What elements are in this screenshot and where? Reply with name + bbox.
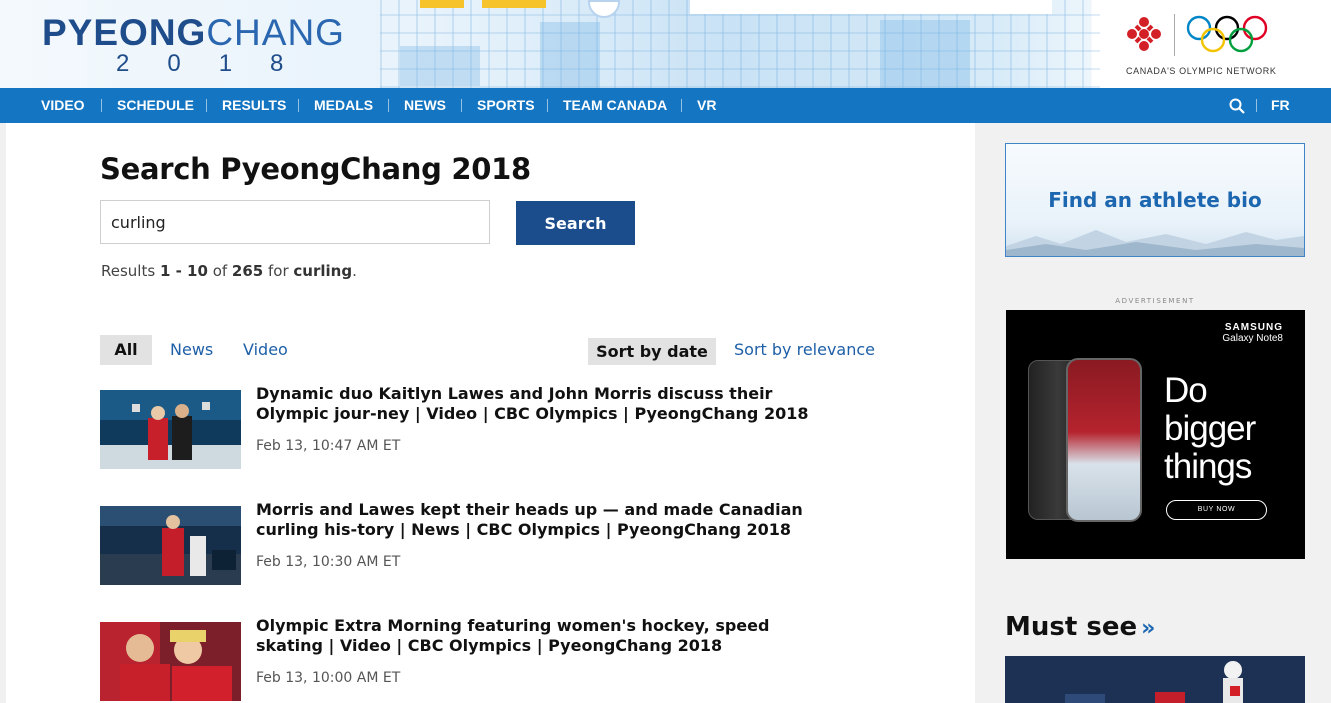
nav-item-video[interactable]: VIDEO [41, 97, 85, 113]
pyeongchang-logo[interactable]: PYEONGCHANG [42, 12, 345, 54]
nav-separator [1256, 99, 1257, 112]
logo-text-chang: CHANG [206, 12, 345, 53]
result-thumbnail[interactable] [100, 506, 241, 585]
results-prefix: Results [101, 262, 160, 280]
ad-brand-name: SAMSUNG [1224, 322, 1283, 333]
logo-divider [1174, 14, 1175, 56]
nav-separator [681, 99, 682, 112]
result-thumbnail-image [100, 390, 241, 469]
nav-item-sports[interactable]: SPORTS [477, 97, 535, 113]
search-input[interactable] [100, 200, 490, 244]
result-item[interactable]: Olympic Extra Morning featuring women's … [100, 616, 880, 703]
results-range: 1 - 10 [159, 262, 208, 280]
olympic-rings-icon [1186, 15, 1268, 53]
nav-separator [206, 99, 207, 112]
language-toggle-fr[interactable]: FR [1271, 97, 1290, 113]
nav-item-medals[interactable]: MEDALS [314, 97, 373, 113]
advertisement-label: ADVERTISEMENT [1115, 297, 1195, 305]
logo-text-ong: ONG [119, 12, 207, 53]
results-end: . [352, 262, 357, 280]
samsung-advertisement[interactable]: SAMSUNG Galaxy Note8 Do bigger things BU… [1006, 310, 1305, 559]
result-thumbnail-image [100, 622, 241, 701]
result-thumbnail[interactable] [100, 390, 241, 469]
athlete-bio-banner[interactable]: Find an athlete bio [1005, 143, 1305, 257]
filter-all[interactable]: All [100, 335, 152, 365]
banner-white-strip [690, 0, 1052, 14]
ad-headline-line: bigger [1164, 409, 1256, 448]
results-total: 265 [231, 262, 264, 280]
sort-by-date[interactable]: Sort by date [588, 338, 716, 365]
nav-item-results[interactable]: RESULTS [222, 97, 286, 113]
cbc-olympic-network-logo[interactable]: CANADA'S OLYMPIC NETWORK [1104, 0, 1300, 88]
banner-pattern-block [880, 20, 970, 88]
banner-pattern-block [400, 46, 480, 86]
filter-news[interactable]: News [170, 340, 213, 359]
result-date: Feb 13, 10:00 AM ET [256, 670, 401, 686]
result-title[interactable]: Dynamic duo Kaitlyn Lawes and John Morri… [256, 384, 841, 424]
search-icon[interactable] [1229, 98, 1245, 114]
banner-pattern-block [540, 22, 600, 88]
must-see-image[interactable] [1005, 656, 1305, 703]
result-title[interactable]: Morris and Lawes kept their heads up — a… [256, 500, 841, 540]
must-see-thumbnail-image [1005, 656, 1305, 703]
nav-separator [298, 99, 299, 112]
buy-now-button[interactable]: BUY NOW [1166, 500, 1267, 520]
phone-front-image [1066, 358, 1142, 522]
nav-item-vr[interactable]: VR [697, 97, 716, 113]
nav-item-team-canada[interactable]: TEAM CANADA [563, 97, 667, 113]
main-nav: VIDEO SCHEDULE RESULTS MEDALS NEWS SPORT… [0, 88, 1331, 123]
result-date: Feb 13, 10:30 AM ET [256, 554, 401, 570]
ad-headline-line: Do [1164, 371, 1208, 410]
result-date: Feb 13, 10:47 AM ET [256, 438, 401, 454]
result-item[interactable]: Morris and Lawes kept their heads up — a… [100, 500, 880, 588]
results-of: of [207, 262, 232, 280]
network-tagline: CANADA'S OLYMPIC NETWORK [1126, 66, 1277, 76]
ad-headline-line: things [1164, 447, 1252, 486]
nav-item-news[interactable]: NEWS [404, 97, 446, 113]
athlete-bio-link[interactable]: Find an athlete bio [1006, 188, 1304, 212]
result-thumbnail[interactable] [100, 622, 241, 701]
logo-text-e: E [93, 12, 120, 53]
result-item[interactable]: Dynamic duo Kaitlyn Lawes and John Morri… [100, 384, 880, 472]
left-gutter [0, 123, 6, 703]
results-term: curling [293, 262, 353, 280]
results-for: for [263, 262, 294, 280]
chevron-right-icon: » [1141, 616, 1156, 641]
must-see-heading[interactable]: Must see» [1005, 612, 1155, 642]
search-button[interactable]: Search [516, 201, 635, 245]
nav-item-schedule[interactable]: SCHEDULE [117, 97, 194, 113]
ad-headline: Do bigger things [1164, 371, 1256, 486]
banner-yellow-bar [482, 0, 546, 8]
sort-by-relevance[interactable]: Sort by relevance [734, 340, 875, 359]
page-title: Search PyeongChang 2018 [100, 152, 531, 186]
result-thumbnail-image [100, 506, 241, 585]
header-banner: PYEONGCHANG 2018 CANADA'S OLYMPIC NETWOR… [0, 0, 1331, 88]
ad-brand: SAMSUNG Galaxy Note8 [1222, 322, 1283, 344]
nav-separator [101, 99, 102, 112]
nav-separator [388, 99, 389, 112]
results-count: Results 1 - 10 of 265 for curling. [101, 262, 357, 280]
ad-product-name: Galaxy Note8 [1222, 333, 1283, 344]
banner-yellow-bar [420, 0, 464, 8]
nav-separator [547, 99, 548, 112]
result-title[interactable]: Olympic Extra Morning featuring women's … [256, 616, 841, 656]
filter-video[interactable]: Video [243, 340, 288, 359]
nav-separator [461, 99, 462, 112]
logo-text-py: PY [42, 12, 94, 53]
mountains-image [1006, 230, 1304, 256]
must-see-label: Must see [1005, 612, 1138, 642]
cbc-gem-icon [1127, 17, 1161, 51]
logo-year: 2018 [116, 50, 322, 77]
